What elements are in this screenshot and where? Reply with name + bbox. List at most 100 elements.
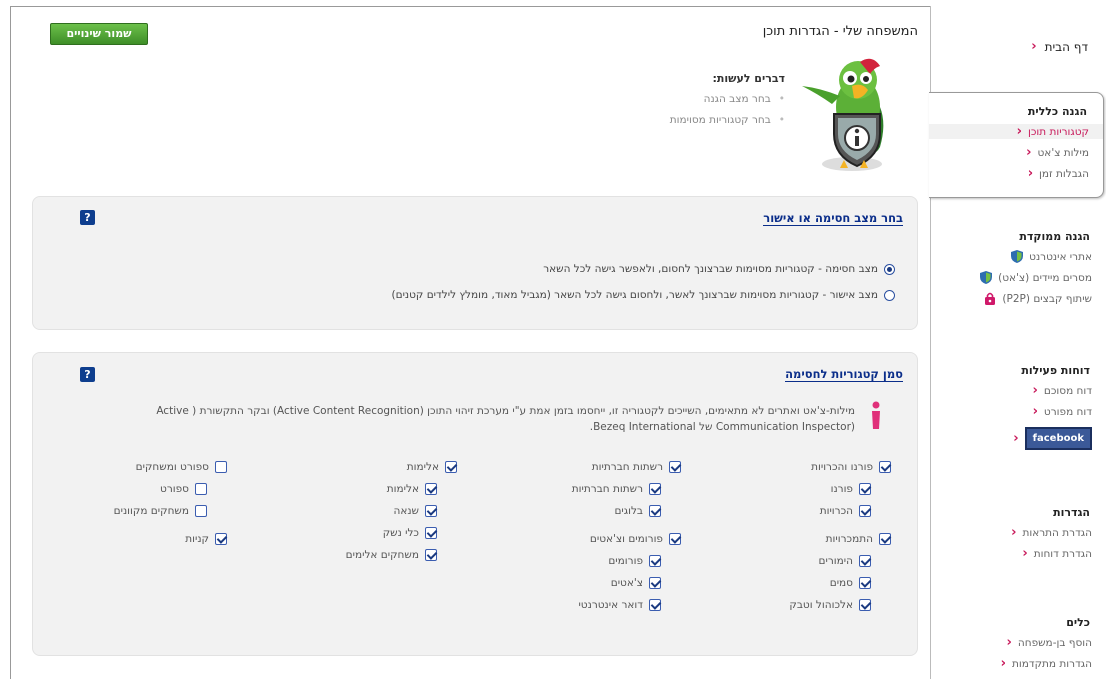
sidebar-item-home[interactable]: דף הבית ‹ [1031,39,1088,54]
sidebar-item-add-family-member[interactable]: הוסף בן-משפחה ‹ [931,635,1092,650]
help-icon[interactable]: ? [80,210,95,225]
sidebar-item-label: דוח מפורט [1043,405,1092,418]
todo-title: דברים לעשות: [712,72,785,85]
info-text: מילות-צ'אט ואתרים לא מתאימים, השייכים לק… [55,403,855,435]
checkbox[interactable] [859,505,871,517]
save-button[interactable]: שמור שינויים [50,23,148,45]
chevron-left-icon: ‹ [1032,404,1038,419]
checkbox-label: משחקים אלימים [345,549,419,561]
checkbox-label: הימורים [818,554,853,567]
category-checkbox[interactable]: משחקים אלימים [346,549,437,561]
checkbox[interactable] [879,461,891,473]
checkbox[interactable] [879,532,891,545]
checkbox[interactable] [669,461,681,473]
category-checkbox[interactable]: אלכוהול וטבק [789,598,871,611]
page-title: המשפחה שלי - הגדרות תוכן [762,24,918,39]
checkbox[interactable] [195,505,207,517]
sidebar-item-instant-messaging[interactable]: מסרים מיידים (צ'אט) [931,270,1092,285]
facebook-logo: facebook [1024,426,1092,450]
category-checkbox[interactable]: כלי נשק [383,527,437,539]
category-checkbox[interactable]: ספורט [160,483,207,495]
checkbox-label: בלוגים [614,505,643,517]
sidebar-item-label: אתרי אינטרנט [1029,250,1092,263]
category-group-checkbox[interactable]: קניות [185,532,227,545]
sidebar-section-tools: כלים הוסף בן-משפחה ‹ הגדרות מתקדמות ‹ [931,604,1106,677]
category-checkbox[interactable]: דואר אינטרנטי [578,598,661,611]
chevron-left-icon: ‹ [1016,124,1022,139]
category-checkbox[interactable]: משחקים מקוונים [114,505,207,517]
checkbox[interactable] [859,576,871,589]
radio-allow-mode[interactable]: מצב אישור - קטגוריות מסוימות שברצונך לאש… [392,289,895,301]
checkbox[interactable] [215,532,227,545]
sidebar-item-chat-words[interactable]: מילות צ'אט ‹ [929,145,1089,160]
help-icon[interactable]: ? [80,367,95,382]
sidebar-item-label: הגדרת דוחות [1033,547,1092,560]
todo-item[interactable]: בחר קטגוריות מסוימות [560,114,785,126]
shield-icon [1011,250,1024,263]
checkbox[interactable] [649,483,661,495]
checkbox[interactable] [215,461,227,473]
checkbox[interactable] [425,549,437,561]
sidebar-item-time-limits[interactable]: הגבלות זמן ‹ [929,166,1089,181]
sidebar-item-label: הגדרת התראות [1022,526,1092,539]
radio-button[interactable] [884,289,895,301]
category-group-checkbox[interactable]: פורנו והכרויות [811,461,891,473]
checkbox[interactable] [859,554,871,567]
checkbox[interactable] [859,598,871,611]
category-checkbox[interactable]: פורנו [831,483,871,495]
parrot-mascot-icon [802,58,884,171]
radio-button[interactable] [884,263,895,275]
sidebar-item-advanced-settings[interactable]: הגדרות מתקדמות ‹ [931,656,1092,671]
chevron-left-icon: ‹ [1026,145,1032,160]
sidebar-item-detailed-report[interactable]: דוח מפורט ‹ [931,404,1092,419]
checkbox-label: פורומים [608,554,643,567]
category-checkbox[interactable]: הכרויות [820,505,871,517]
sidebar-item-alert-settings[interactable]: הגדרת התראות ‹ [931,525,1092,540]
category-checkbox[interactable]: פורומים [608,554,661,567]
checkbox[interactable] [649,576,661,589]
category-checkbox[interactable]: צ'אטים [611,576,661,589]
checkbox[interactable] [669,532,681,545]
sidebar-item-websites[interactable]: אתרי אינטרנט [931,249,1092,264]
category-group-checkbox[interactable]: פורומים וצ'אטים [590,532,681,545]
checkbox[interactable] [195,483,207,495]
sidebar-item-summary-report[interactable]: דוח מסוכם ‹ [931,383,1092,398]
sidebar-item-report-settings[interactable]: הגדרת דוחות ‹ [931,546,1092,561]
checkbox[interactable] [425,505,437,517]
checkbox[interactable] [649,598,661,611]
chevron-left-icon: ‹ [1032,383,1038,398]
sidebar-section-title: הגדרות [1053,506,1090,519]
checkbox[interactable] [649,505,661,517]
info-icon [872,401,880,429]
category-group-checkbox[interactable]: אלימות [407,461,457,473]
category-group-checkbox[interactable]: ספורט ומשחקים [136,461,227,473]
checkbox[interactable] [425,527,437,539]
checkbox[interactable] [649,554,661,567]
shield-icon [980,271,993,284]
sidebar-item-label: קטגוריות תוכן [1028,125,1089,138]
checkbox-label: קניות [185,532,209,545]
category-checkbox[interactable]: סמים [830,576,871,589]
sidebar-item-content-categories[interactable]: קטגוריות תוכן ‹ [929,124,1103,139]
checkbox[interactable] [425,483,437,495]
categories-panel: סמן קטגוריות לחסימה ? מילות-צ'אט ואתרים … [32,352,918,656]
sidebar-item-label: הגדרות מתקדמות [1011,657,1092,670]
checkbox[interactable] [859,483,871,495]
sidebar-section-focused: הגנה ממוקדת אתרי אינטרנט מסרים מיידים (צ… [931,218,1106,312]
category-checkbox[interactable]: רשתות חברתיות [572,483,661,495]
radio-block-mode[interactable]: מצב חסימה - קטגוריות מסוימות שברצונך לחס… [543,263,895,275]
checkbox-label: ספורט ומשחקים [135,461,209,473]
sidebar-item-facebook[interactable]: facebook ‹ [931,425,1092,451]
todo-item[interactable]: בחר מצב הגנה [560,93,785,105]
category-group-checkbox[interactable]: התמכרויות [826,532,891,545]
category-checkbox[interactable]: הימורים [818,554,871,567]
category-group-checkbox[interactable]: רשתות חברתיות [592,461,681,473]
checkbox[interactable] [445,461,457,473]
sidebar-item-label: מסרים מיידים (צ'אט) [998,271,1092,284]
category-checkbox[interactable]: שנאה [393,505,437,517]
sidebar-item-label: דף הבית [1044,39,1088,54]
sidebar-item-file-sharing[interactable]: שיתוף קבצים (P2P) [931,291,1092,306]
checkbox-label: משחקים מקוונים [113,505,189,517]
category-checkbox[interactable]: בלוגים [614,505,661,517]
category-checkbox[interactable]: אלימות [387,483,437,495]
